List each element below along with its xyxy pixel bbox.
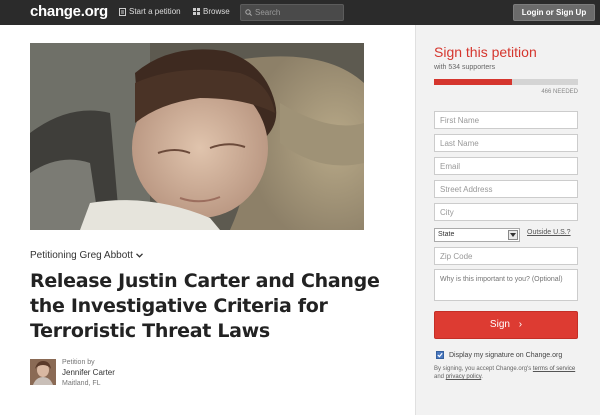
state-select[interactable]: State (434, 228, 520, 242)
creator-name[interactable]: Jennifer Carter (62, 367, 115, 378)
search-input[interactable] (255, 8, 340, 17)
terms-of-service-link[interactable]: terms of service (533, 366, 575, 372)
needed-count: 466 NEEDED (541, 89, 578, 95)
last-name-field[interactable] (434, 134, 578, 152)
petitioning-label: Petitioning Greg Abbott (30, 250, 133, 261)
dropdown-arrow-icon (508, 230, 518, 240)
petition-photo (30, 43, 364, 230)
reason-textarea[interactable] (434, 269, 578, 301)
browse-link[interactable]: Browse (193, 7, 230, 16)
city-field[interactable] (434, 203, 578, 221)
sign-panel: Sign this petition with 534 supporters 4… (415, 25, 600, 415)
petition-title: Release Justin Carter and Change the Inv… (30, 270, 380, 342)
petition-by-label: Petition by (62, 359, 95, 366)
terms-text-mid: and (434, 374, 446, 380)
signature-progress-bar (434, 79, 578, 85)
sign-title: Sign this petition (434, 44, 537, 60)
state-value: State (438, 231, 455, 238)
email-field[interactable] (434, 157, 578, 175)
first-name-field[interactable] (434, 111, 578, 129)
sign-button-label: Sign (489, 319, 510, 330)
login-signup-button[interactable]: Login or Sign Up (513, 4, 595, 21)
display-signature-checkbox[interactable] (436, 351, 444, 359)
terms-text-post: . (481, 374, 483, 380)
start-petition-label: Start a petition (129, 7, 181, 16)
search-box[interactable] (240, 4, 344, 21)
browse-label: Browse (203, 7, 230, 16)
checkmark-icon (437, 352, 443, 358)
sign-button[interactable]: Sign › (434, 311, 578, 339)
zip-code-field[interactable] (434, 247, 578, 265)
search-icon (245, 9, 252, 16)
creator-location: Maitland, FL (62, 380, 101, 387)
display-signature-label: Display my signature on Change.org (449, 351, 563, 359)
terms-notice: By signing, you accept Change.org's term… (434, 365, 582, 381)
document-icon (119, 7, 126, 16)
creator-info: Petition by Jennifer Carter Maitland, FL (62, 358, 115, 389)
outside-us-link[interactable]: Outside U.S.? (527, 229, 571, 236)
top-nav-bar: change.org Start a petition Browse Login… (0, 0, 600, 25)
change-org-logo[interactable]: change.org (30, 3, 108, 20)
start-petition-link[interactable]: Start a petition (119, 7, 181, 16)
street-address-field[interactable] (434, 180, 578, 198)
grid-icon (193, 8, 200, 15)
terms-text-pre: By signing, you accept Change.org's (434, 366, 533, 372)
privacy-policy-link[interactable]: privacy policy (446, 374, 482, 380)
display-signature-row[interactable]: Display my signature on Change.org (436, 351, 562, 359)
chevron-right-icon: › (518, 319, 523, 330)
progress-fill (434, 79, 512, 85)
chevron-down-icon (135, 253, 143, 258)
petitioning-target[interactable]: Petitioning Greg Abbott (30, 250, 143, 261)
petition-main: Petitioning Greg Abbott Release Justin C… (0, 25, 415, 415)
supporters-count: with 534 supporters (434, 64, 496, 71)
creator-avatar[interactable] (30, 359, 56, 385)
